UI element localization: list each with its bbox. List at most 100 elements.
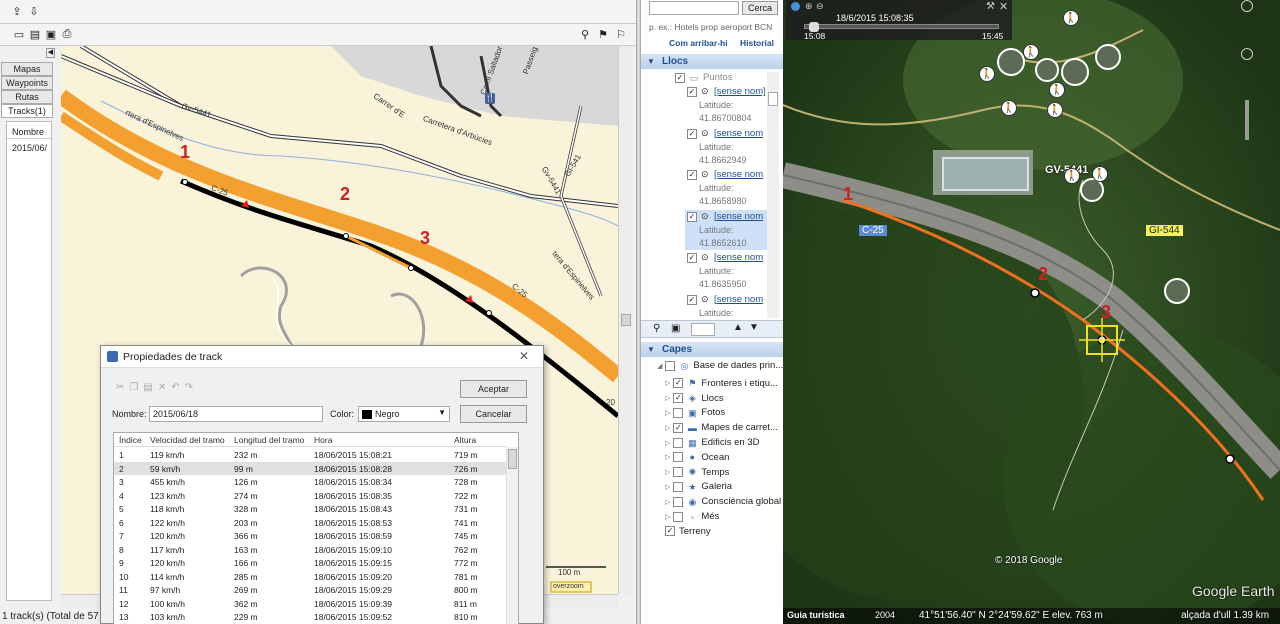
delete-icon[interactable]: ✕ (158, 382, 171, 393)
search-input[interactable] (649, 1, 739, 15)
directions-link[interactable]: Com arribar-hi (669, 38, 728, 48)
checkbox[interactable]: ✓ (687, 87, 697, 97)
layer-item[interactable]: ◢ ◎ Base de dades prin... (657, 360, 783, 371)
collapse-triangle-icon[interactable]: ◢ (657, 362, 662, 370)
layer-item[interactable]: ▷ ▣ Fotos (665, 407, 725, 418)
places-tree[interactable]: ✓ ▭ Puntos ✓ ⊙ [sense nom] Latitude: 41.867008… (641, 69, 771, 318)
checkbox[interactable]: ✓ (675, 72, 685, 83)
table-row[interactable]: 11 97 km/h 269 m 18/06/2015 15:09:29 800 m (114, 583, 506, 597)
save-icon[interactable]: ▣ (44, 28, 58, 41)
tracks-list-item[interactable]: 2015/06/ (12, 143, 47, 153)
checkbox[interactable] (673, 407, 684, 418)
hiker-icon[interactable]: 🚶 (1047, 102, 1063, 118)
search-icon[interactable]: ⚲ (653, 323, 660, 334)
copy-icon[interactable]: ❐ (129, 382, 143, 393)
checkbox[interactable]: ✓ (687, 128, 697, 139)
expand-triangle-icon[interactable]: ▷ (665, 498, 670, 506)
table-scrollbar[interactable] (506, 447, 518, 624)
places-header[interactable]: ▼ Llocs (641, 54, 783, 69)
places-filter-field[interactable] (691, 323, 715, 336)
table-row[interactable]: 5 118 km/h 328 m 18/06/2015 15:08:43 731 m (114, 502, 506, 516)
tab-tracks[interactable]: Tracks(1) (1, 104, 53, 118)
place-name[interactable]: [sense nom (714, 294, 763, 305)
new-file-icon[interactable]: ▭ (12, 28, 26, 41)
hiker-icon[interactable]: 🚶 (1092, 166, 1108, 182)
expand-triangle-icon[interactable]: ▷ (665, 513, 670, 521)
expand-triangle-icon[interactable]: ▷ (665, 409, 670, 417)
track-points-table[interactable]: Índice Velocidad del tramo Longitud del … (113, 432, 519, 624)
layer-item[interactable]: ✓ Terreny (665, 526, 711, 537)
checkbox[interactable] (673, 511, 684, 522)
column-header[interactable]: Altura (454, 435, 476, 445)
tab-waypoints[interactable]: Waypoints (1, 76, 53, 90)
undo-icon[interactable]: ↶ (171, 382, 184, 393)
checkbox[interactable]: ✓ (673, 393, 684, 404)
collapse-arrow-icon[interactable]: ◀ (46, 48, 55, 58)
close-icon[interactable]: ✕ (999, 0, 1008, 13)
place-name[interactable]: [sense nom (714, 211, 763, 222)
print-icon[interactable]: ⎙ (60, 28, 74, 41)
history-link[interactable]: Historial (740, 38, 774, 48)
expand-triangle-icon[interactable]: ▷ (665, 439, 670, 447)
checkbox[interactable]: ✓ (687, 294, 697, 305)
layer-item[interactable]: ▷ ✓ ▬ Mapes de carret... (665, 422, 778, 433)
open-folder-icon[interactable]: ▤ (28, 28, 42, 41)
place-name[interactable]: [sense nom (714, 252, 763, 263)
panel-toggle-icon[interactable]: ▣ (671, 323, 680, 334)
google-earth-view[interactable]: ⊕ ⊖ 18/6/2015 15:08:35 ⚒ ✕ 15:08 15:45 C… (783, 0, 1280, 624)
checkbox[interactable]: ✓ (687, 211, 697, 222)
hiker-icon[interactable]: 🚶 (1064, 168, 1080, 184)
photo-marker[interactable] (997, 48, 1025, 76)
checkbox[interactable] (673, 452, 684, 463)
place-item[interactable]: ✓ ⊙ [sense nom] Latitude: 41.86700804 (685, 85, 771, 125)
accept-button[interactable]: Aceptar (460, 380, 527, 398)
paste-icon[interactable]: ▤ (143, 382, 157, 393)
place-item[interactable]: ✓ ⊙ [sense nom Latitude: 41.8652610 (685, 209, 771, 250)
search-button[interactable]: Cerca (742, 1, 778, 15)
checkbox[interactable]: ✓ (673, 422, 684, 433)
zoom-out-icon[interactable]: ⊖ (816, 1, 824, 12)
checkbox[interactable]: ✓ (687, 170, 697, 180)
cancel-button[interactable]: Cancelar (460, 405, 527, 423)
column-header[interactable]: Velocidad del tramo (150, 435, 225, 445)
table-row[interactable]: 13 103 km/h 229 m 18/06/2015 15:09:52 810 m (114, 610, 506, 624)
layer-item[interactable]: ▷ ◉ Consciència global (665, 496, 781, 507)
place-item[interactable]: ✓ ⊙ [sense nom Latitude: 41.8635950 (685, 251, 771, 291)
zoom-slider[interactable] (1245, 100, 1249, 140)
checkbox[interactable] (673, 467, 684, 478)
expand-triangle-icon[interactable]: ▷ (665, 379, 670, 387)
layers-tree[interactable]: ◢ ◎ Base de dades prin... ▷ ✓ ⚑ Fronteres i et… (641, 358, 783, 538)
place-name[interactable]: [sense nom (714, 128, 763, 139)
place-item[interactable]: ✓ ⊙ [sense nom Latitude: 41.8662949 (685, 127, 771, 167)
photo-marker[interactable] (1164, 278, 1190, 304)
expand-triangle-icon[interactable]: ▷ (665, 483, 670, 491)
car-search-icon[interactable]: ⚐ (614, 28, 628, 41)
expand-triangle-icon[interactable]: ▷ (665, 394, 670, 402)
folder-puntos[interactable]: ✓ ▭ Puntos (675, 72, 733, 83)
checkbox[interactable] (673, 496, 684, 507)
clock-icon[interactable] (791, 2, 800, 11)
redo-icon[interactable]: ↷ (185, 382, 198, 393)
photo-marker[interactable] (1095, 44, 1121, 70)
table-row[interactable]: 12 100 km/h 362 m 18/06/2015 15:09:39 811 m (114, 597, 506, 611)
wrench-icon[interactable]: ⚒ (986, 1, 995, 12)
photo-marker[interactable] (1035, 58, 1059, 82)
checkbox[interactable] (665, 360, 676, 371)
hiker-icon[interactable]: 🚶 (1049, 82, 1065, 98)
column-header[interactable]: Hora (314, 435, 332, 445)
place-item[interactable]: ✓ ⊙ [sense nom Latitude: 41.8658980 (685, 168, 771, 208)
layer-item[interactable]: ▷ ★ Galeria (665, 481, 732, 492)
layer-item[interactable]: ▷ ✺ Temps (665, 467, 729, 478)
checkbox[interactable] (673, 481, 684, 492)
expand-triangle-icon[interactable]: ▷ (665, 468, 670, 476)
layer-item[interactable]: ▷ ● Ocean (665, 452, 729, 463)
places-scrollbar[interactable] (767, 72, 779, 318)
close-icon[interactable]: ✕ (519, 349, 529, 363)
table-row[interactable]: 6 122 km/h 203 m 18/06/2015 15:08:53 741 m (114, 516, 506, 530)
hiker-icon[interactable]: 🚶 (1001, 100, 1017, 116)
column-header[interactable]: Índice (119, 435, 142, 445)
layers-header[interactable]: ▼ Capes (641, 342, 783, 357)
place-name[interactable]: [sense nom] (714, 86, 766, 97)
table-row[interactable]: 8 117 km/h 163 m 18/06/2015 15:09:10 762 m (114, 543, 506, 557)
place-name[interactable]: [sense nom (714, 169, 763, 180)
